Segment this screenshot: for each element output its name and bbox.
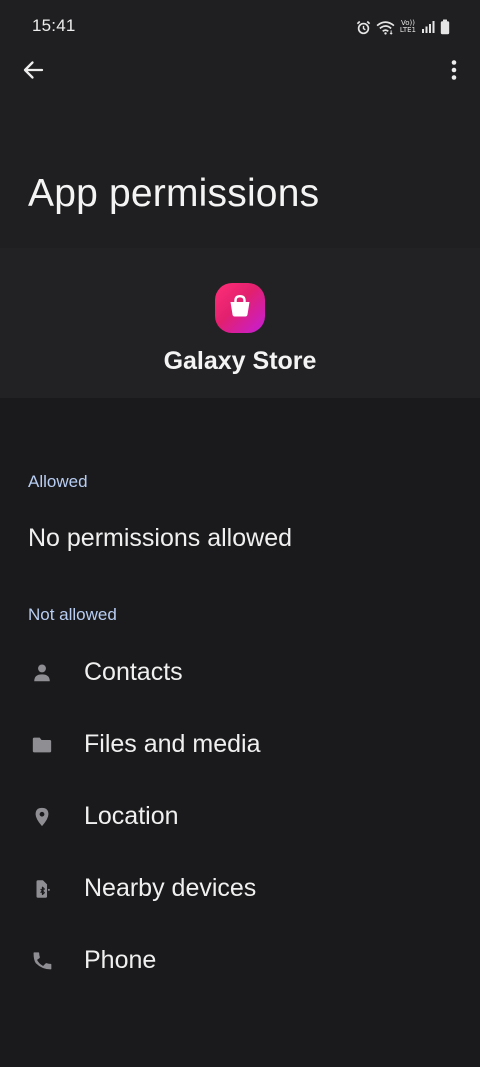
app-info-card: Galaxy Store <box>0 248 480 398</box>
status-bar: 15:41 Vo)) LTE1 <box>0 0 480 52</box>
location-pin-icon <box>30 805 54 829</box>
more-options-button[interactable] <box>432 50 476 94</box>
more-vertical-icon <box>450 59 458 86</box>
not-allowed-section-header: Not allowed <box>28 605 117 624</box>
permission-label: Files and media <box>84 730 261 758</box>
status-icons: Vo)) LTE1 <box>356 17 450 37</box>
permission-item-location[interactable]: Location <box>0 781 480 853</box>
permission-item-contacts[interactable]: Contacts <box>0 637 480 709</box>
no-permissions-text: No permissions allowed <box>28 524 293 552</box>
nearby-devices-icon <box>30 877 54 901</box>
status-time: 15:41 <box>32 16 76 35</box>
shopping-bag-icon <box>226 292 254 325</box>
app-name: Galaxy Store <box>163 347 317 375</box>
battery-icon <box>440 19 450 35</box>
volte-icon: Vo)) LTE1 <box>400 20 416 34</box>
permission-label: Contacts <box>84 658 183 686</box>
permission-item-files-and-media[interactable]: Files and media <box>0 709 480 781</box>
back-button[interactable] <box>11 50 55 94</box>
header-area: 15:41 Vo)) LTE1 App permissions <box>0 0 480 248</box>
not-allowed-permission-list: Contacts Files and media Location Nearby… <box>0 637 480 997</box>
folder-icon <box>30 733 54 757</box>
page-title: App permissions <box>28 172 320 215</box>
phone-icon <box>30 949 54 973</box>
permission-label: Location <box>84 802 179 830</box>
permission-item-phone[interactable]: Phone <box>0 925 480 997</box>
app-permissions-screen: 15:41 Vo)) LTE1 App permissions Galaxy S… <box>0 0 480 1067</box>
alarm-icon <box>356 20 371 35</box>
wifi-icon <box>376 20 395 35</box>
signal-icon <box>421 20 435 34</box>
volte-bottom: LTE1 <box>399 26 416 34</box>
person-icon <box>30 661 54 685</box>
allowed-section-header: Allowed <box>28 472 88 491</box>
arrow-left-icon <box>22 59 44 86</box>
permission-item-nearby-devices[interactable]: Nearby devices <box>0 853 480 925</box>
permission-label: Nearby devices <box>84 874 257 902</box>
app-icon[interactable] <box>215 283 265 333</box>
permission-label: Phone <box>84 946 157 974</box>
